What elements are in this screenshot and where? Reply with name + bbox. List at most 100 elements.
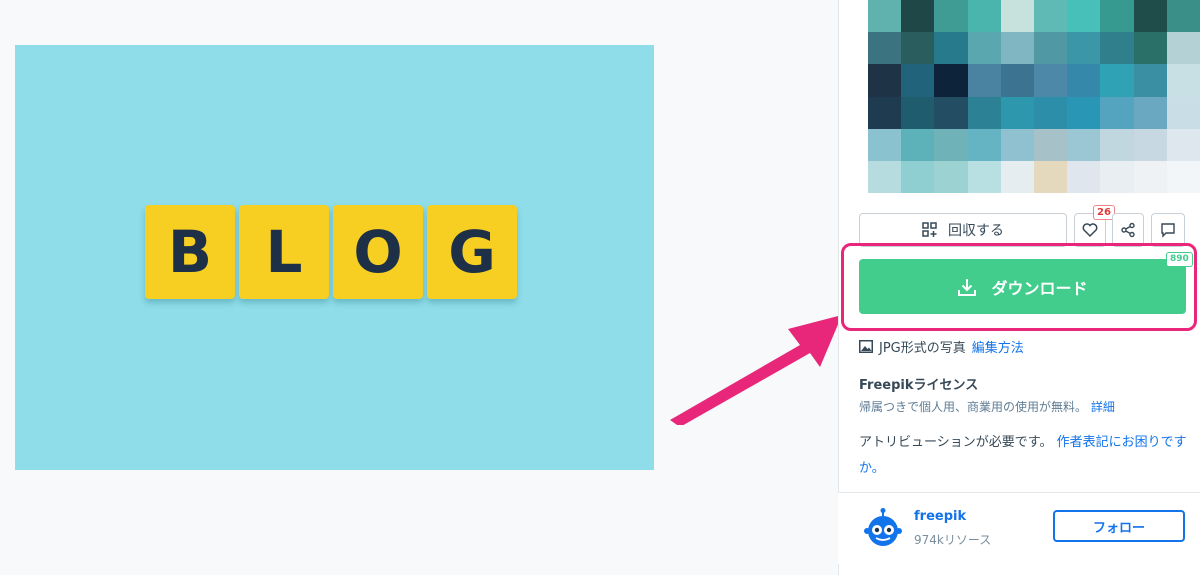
mosaic-cell <box>934 32 968 65</box>
mosaic-cell <box>1000 96 1034 129</box>
mosaic-cell <box>1067 96 1101 129</box>
mosaic-cell <box>868 96 902 129</box>
author-section: freepik 974kリソース フォロー <box>838 492 1200 564</box>
mosaic-cell <box>1133 32 1167 65</box>
mosaic-cell <box>1166 160 1200 193</box>
mosaic-cell <box>901 128 935 161</box>
mosaic-cell <box>901 32 935 65</box>
license-desc-text: 帰属つきで個人用、商業用の使用が無料。 <box>859 400 1088 414</box>
file-format-info: JPG形式の写真 編集方法 <box>859 337 1024 356</box>
mosaic-cell <box>1166 0 1200 33</box>
mosaic-cell <box>901 96 935 129</box>
mosaic-cell <box>1034 128 1068 161</box>
image-icon <box>859 340 873 353</box>
mosaic-cell <box>1067 0 1101 33</box>
mosaic-cell <box>1133 128 1167 161</box>
mosaic-cell <box>1133 96 1167 129</box>
attribution-note: アトリビューションが必要です。 作者表記にお困りですか。 <box>859 430 1189 482</box>
format-label: JPG形式の写真 <box>879 341 966 356</box>
mosaic-cell <box>934 0 968 33</box>
mosaic-cell <box>967 128 1001 161</box>
download-icon <box>958 278 977 296</box>
mosaic-cell <box>1034 96 1068 129</box>
annotation-arrow <box>670 315 842 425</box>
follow-button[interactable]: フォロー <box>1053 510 1185 542</box>
author-name[interactable]: freepik <box>914 509 966 524</box>
attribution-text: アトリビューションが必要です。 <box>859 435 1053 450</box>
how-to-edit-link[interactable]: 編集方法 <box>972 337 1024 356</box>
mosaic-cell <box>967 0 1001 33</box>
heart-icon <box>1082 223 1098 238</box>
mosaic-cell <box>1100 64 1134 97</box>
tile-letter: O <box>353 218 403 286</box>
collection-add-icon <box>922 222 937 237</box>
mosaic-cell <box>1067 128 1101 161</box>
mosaic-cell <box>1166 32 1200 65</box>
mosaic-cell <box>934 160 968 193</box>
mosaic-cell <box>1034 64 1068 97</box>
license-description: 帰属つきで個人用、商業用の使用が無料。 詳細 <box>859 398 1115 415</box>
mosaic-cell <box>868 160 902 193</box>
mosaic-cell <box>1166 128 1200 161</box>
download-label: ダウンロード <box>991 278 1088 298</box>
license-detail-link[interactable]: 詳細 <box>1091 400 1115 414</box>
mosaic-cell <box>1100 32 1134 65</box>
letter-tile: O <box>333 205 423 299</box>
mosaic-cell <box>1100 128 1134 161</box>
collect-label: 回収する <box>948 223 1004 239</box>
letter-tile: B <box>145 205 235 299</box>
mosaic-cell <box>901 0 935 33</box>
mosaic-cell <box>1067 160 1101 193</box>
mosaic-cell <box>1166 96 1200 129</box>
mosaic-cell <box>1133 64 1167 97</box>
mosaic-cell <box>868 32 902 65</box>
mosaic-cell <box>1100 160 1134 193</box>
mosaic-cell <box>1067 64 1101 97</box>
mosaic-cell <box>868 64 902 97</box>
mosaic-cell <box>901 64 935 97</box>
tile-letter: L <box>265 218 303 286</box>
comment-button[interactable] <box>1151 213 1185 247</box>
mosaic-cell <box>1100 96 1134 129</box>
download-count-badge: 890 <box>1166 252 1193 267</box>
mosaic-cell <box>967 64 1001 97</box>
mosaic-cell <box>1133 160 1167 193</box>
mosaic-cell <box>1133 0 1167 33</box>
letter-tile: L <box>239 205 329 299</box>
share-button[interactable] <box>1112 213 1144 247</box>
mosaic-cell <box>1000 0 1034 33</box>
blog-tiles: B L O G <box>145 205 517 299</box>
mosaic-cell <box>934 64 968 97</box>
mosaic-cell <box>967 160 1001 193</box>
mosaic-cell <box>1034 160 1068 193</box>
mosaic-cell <box>1000 64 1034 97</box>
download-button[interactable]: ダウンロード <box>859 259 1186 314</box>
author-avatar[interactable] <box>861 507 905 551</box>
mosaic-cell <box>967 96 1001 129</box>
mosaic-cell <box>934 128 968 161</box>
mosaic-cell <box>868 128 902 161</box>
action-bar: 回収する 26 <box>859 205 1189 247</box>
mosaic-cell <box>901 160 935 193</box>
mosaic-cell <box>1000 128 1034 161</box>
mosaic-cell <box>1034 32 1068 65</box>
mosaic-cell <box>934 96 968 129</box>
collect-button[interactable]: 回収する <box>859 213 1067 247</box>
mosaic-cell <box>1034 0 1068 33</box>
preview-image[interactable]: B L O G <box>15 45 654 470</box>
mosaic-cell <box>967 32 1001 65</box>
mosaic-cell <box>868 0 902 33</box>
mosaic-cell <box>1000 160 1034 193</box>
license-title: Freepikライセンス <box>859 378 979 393</box>
share-icon <box>1121 222 1135 238</box>
mosaic-cell <box>1100 0 1134 33</box>
mosaic-cell <box>1166 64 1200 97</box>
related-thumbnail-mosaic[interactable] <box>868 0 1200 193</box>
mosaic-cell <box>1067 32 1101 65</box>
author-resource-count: 974kリソース <box>914 533 992 547</box>
letter-tile: G <box>427 205 517 299</box>
mosaic-cell <box>1000 32 1034 65</box>
tile-letter: G <box>448 218 496 286</box>
comment-icon <box>1161 223 1175 238</box>
tile-letter: B <box>167 218 213 286</box>
